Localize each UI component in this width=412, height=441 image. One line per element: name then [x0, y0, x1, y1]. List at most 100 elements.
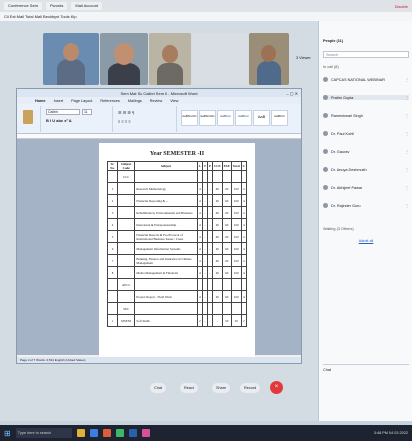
- table-cell: 2: [106, 194, 119, 207]
- document-page[interactable]: Year SEMESTER -II Sr. No. Subject Code Sub…: [99, 143, 255, 357]
- table-row: 8 Media Management in Financial 4- -40 60 100…: [106, 266, 248, 279]
- taskbar-app-icon[interactable]: [89, 429, 98, 437]
- more-options-icon[interactable]: ⋮: [405, 185, 409, 190]
- taskbar-app-icon[interactable]: [128, 429, 137, 437]
- paste-icon[interactable]: [23, 110, 33, 124]
- more-options-icon[interactable]: ⋮: [405, 113, 409, 118]
- tab-review[interactable]: Review: [150, 99, 162, 103]
- style-subtitle[interactable]: AaBbCc: [271, 110, 288, 126]
- video-tile[interactable]: [100, 33, 148, 85]
- participant-row[interactable]: CAPCAS NATIONAL WEBINAR ⋮: [323, 77, 409, 82]
- taskbar-search[interactable]: Type here to search: [15, 428, 72, 438]
- participant-name: Dr. Rajinder Guru: [331, 203, 361, 208]
- style-heading-2[interactable]: AaBbCc: [235, 110, 252, 126]
- ribbon: Calibri 11 B I U abc x² A ☰ ☰ ☰ ¶ ≡ ≡ ≡ …: [17, 104, 301, 134]
- system-tray-clock[interactable]: 3:48 PM 04 03 2022: [374, 431, 408, 435]
- table-cell: Financial Reporting & ...: [134, 194, 198, 207]
- table-cell: Media Management in Financial: [134, 266, 198, 279]
- participant-row[interactable]: Dr. Gaurav ⋮: [323, 149, 409, 154]
- taskbar-app-icon[interactable]: [141, 429, 150, 437]
- font-size-box[interactable]: 11: [82, 109, 92, 115]
- browser-tab[interactable]: Conference Sem: [4, 2, 43, 10]
- admit-all-link[interactable]: Admit all: [323, 239, 409, 243]
- windows-start-icon[interactable]: ⊞: [4, 429, 11, 438]
- table-cell: 4: [240, 218, 248, 231]
- font-name-box[interactable]: Calibri: [46, 109, 80, 115]
- taskbar: ⊞ Type here to search 3:48 PM 04 03 2022: [0, 425, 412, 441]
- chat-button[interactable]: Chat: [150, 383, 167, 393]
- table-cell: SEC: [117, 302, 136, 315]
- table-cell: [230, 170, 242, 183]
- more-options-icon[interactable]: ⋮: [405, 77, 409, 82]
- video-tile[interactable]: [43, 33, 99, 85]
- table-cell: 100: [230, 230, 242, 243]
- record-button[interactable]: Record: [240, 383, 261, 393]
- share-button[interactable]: Share: [212, 383, 231, 393]
- participant-name: Dr. Abhijeet Pawar: [331, 185, 363, 190]
- more-options-icon[interactable]: ⋮: [405, 95, 409, 100]
- more-options-icon[interactable]: ⋮: [405, 131, 409, 136]
- window-controls[interactable]: – ▢ ✕: [286, 91, 298, 96]
- table-row: 1 MSESS Soft Skills 2- - -50 50 2: [106, 314, 248, 327]
- tab-insert[interactable]: Insert: [54, 99, 64, 103]
- video-tile[interactable]: [249, 33, 289, 85]
- more-viewers-label[interactable]: 3 Viewer: [296, 56, 311, 60]
- style-normal[interactable]: AaBbCcDc: [181, 110, 198, 126]
- style-title[interactable]: AaB: [253, 110, 270, 126]
- table-cell: [117, 182, 136, 195]
- more-options-icon[interactable]: ⋮: [405, 149, 409, 154]
- paragraph-buttons[interactable]: ☰ ☰ ☰ ¶: [118, 110, 134, 115]
- tab-view[interactable]: View: [170, 99, 178, 103]
- more-options-icon[interactable]: ⋮: [405, 203, 409, 208]
- table-cell: [230, 278, 242, 291]
- style-no-spacing[interactable]: AaBbCcDc: [199, 110, 216, 126]
- section-waiting[interactable]: Waiting (3 Others): [323, 227, 409, 231]
- more-options-icon[interactable]: ⋮: [405, 167, 409, 172]
- avatar: [323, 113, 328, 118]
- participant-row[interactable]: Dr. Anuya Deshmukh ⋮: [323, 167, 409, 172]
- table-cell: 100: [230, 194, 242, 207]
- people-panel: People (11) Search In call (8) CAPCAS NA…: [318, 21, 412, 421]
- taskbar-app-icon[interactable]: [102, 429, 111, 437]
- format-buttons[interactable]: B I U abc x² A: [46, 118, 72, 123]
- table-cell: [240, 302, 248, 315]
- table-cell: 4: [240, 230, 248, 243]
- table-cell: 40: [211, 182, 223, 195]
- participant-row[interactable]: Dr. Rajinder Guru ⋮: [323, 203, 409, 208]
- browser-tab[interactable]: Pwords: [46, 2, 68, 10]
- participant-name: Pratim Gupta: [331, 95, 354, 100]
- tab-mailings[interactable]: Mailings: [128, 99, 142, 103]
- profile-label[interactable]: Disable: [395, 4, 408, 9]
- table-cell: 60: [221, 266, 232, 279]
- table-cell: [211, 278, 223, 291]
- chat-footer[interactable]: Chat: [323, 364, 409, 372]
- align-buttons[interactable]: ≡ ≡ ≡ ≡: [118, 119, 131, 124]
- browser-tab[interactable]: Mail Account: [71, 2, 103, 10]
- tab-home[interactable]: Home: [35, 99, 46, 103]
- taskbar-app-icon[interactable]: [115, 429, 124, 437]
- style-heading-1[interactable]: AaBbCc: [217, 110, 234, 126]
- participant-row[interactable]: Rameshwari Singh ⋮: [323, 113, 409, 118]
- participant-row[interactable]: Dr. Abhijeet Pawar ⋮: [323, 185, 409, 190]
- avatar: [323, 77, 328, 82]
- taskbar-app-icon[interactable]: [76, 429, 85, 437]
- bookmarks-text[interactable]: Cli Est Mail Total Mall Beckbyst Tools K…: [4, 14, 77, 19]
- search-input[interactable]: Search: [323, 51, 409, 58]
- table-cell: 40: [211, 254, 223, 267]
- font-group: Calibri 11 B I U abc x² A: [43, 106, 113, 132]
- table-cell: AECC: [117, 278, 136, 291]
- clipboard-group: [19, 106, 41, 132]
- video-tile[interactable]: [149, 33, 191, 85]
- participant-row[interactable]: Dr. Paul Kohli ⋮: [323, 131, 409, 136]
- leave-call-button[interactable]: ×: [270, 381, 283, 394]
- react-button[interactable]: React: [180, 383, 198, 393]
- tab-references[interactable]: References: [100, 99, 119, 103]
- tab-page-layout[interactable]: Page Layout: [71, 99, 92, 103]
- table-cell: 100: [230, 206, 242, 219]
- table-cell: [106, 302, 119, 315]
- participant-row[interactable]: Pratim Gupta ⋮: [323, 95, 409, 100]
- video-tile[interactable]: [192, 33, 248, 85]
- section-in-call[interactable]: In call (8): [323, 65, 409, 69]
- table-header-cell: ESE: [221, 161, 232, 171]
- table-cell: Management Information Systems: [134, 242, 198, 255]
